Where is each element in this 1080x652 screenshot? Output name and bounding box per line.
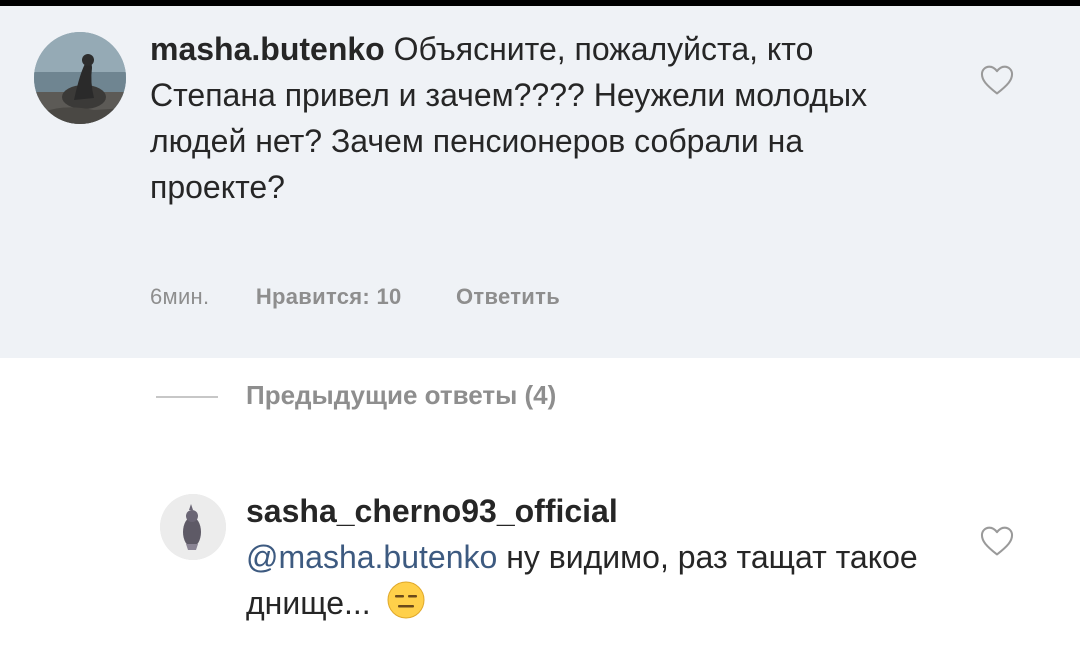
avatar[interactable] xyxy=(34,32,126,124)
replies-divider xyxy=(156,396,218,398)
reply-button[interactable]: Ответить xyxy=(456,284,560,309)
comment-text: sasha_cherno93_official @masha.butenko н… xyxy=(246,488,946,626)
previous-replies-link[interactable]: Предыдущие ответы (4) xyxy=(246,380,556,411)
comment-time: 6мин. xyxy=(150,284,210,309)
heart-outline-icon[interactable] xyxy=(978,61,1016,99)
heart-outline-icon[interactable] xyxy=(978,522,1016,560)
comment-username[interactable]: masha.butenko xyxy=(150,31,385,67)
avatar[interactable] xyxy=(160,494,226,560)
mention-link[interactable]: @masha.butenko xyxy=(246,539,497,575)
comment-username[interactable]: sasha_cherno93_official xyxy=(246,493,618,529)
likes-count[interactable]: Нравится: 10 xyxy=(256,284,402,309)
comments-screen: masha.butenko Объясните, пожалуйста, кто… xyxy=(0,6,1080,652)
expressionless-face-emoji xyxy=(386,580,426,620)
comment-meta: 6мин. Нравится: 10 Ответить xyxy=(150,284,608,310)
comment-text: masha.butenko Объясните, пожалуйста, кто… xyxy=(150,26,910,210)
